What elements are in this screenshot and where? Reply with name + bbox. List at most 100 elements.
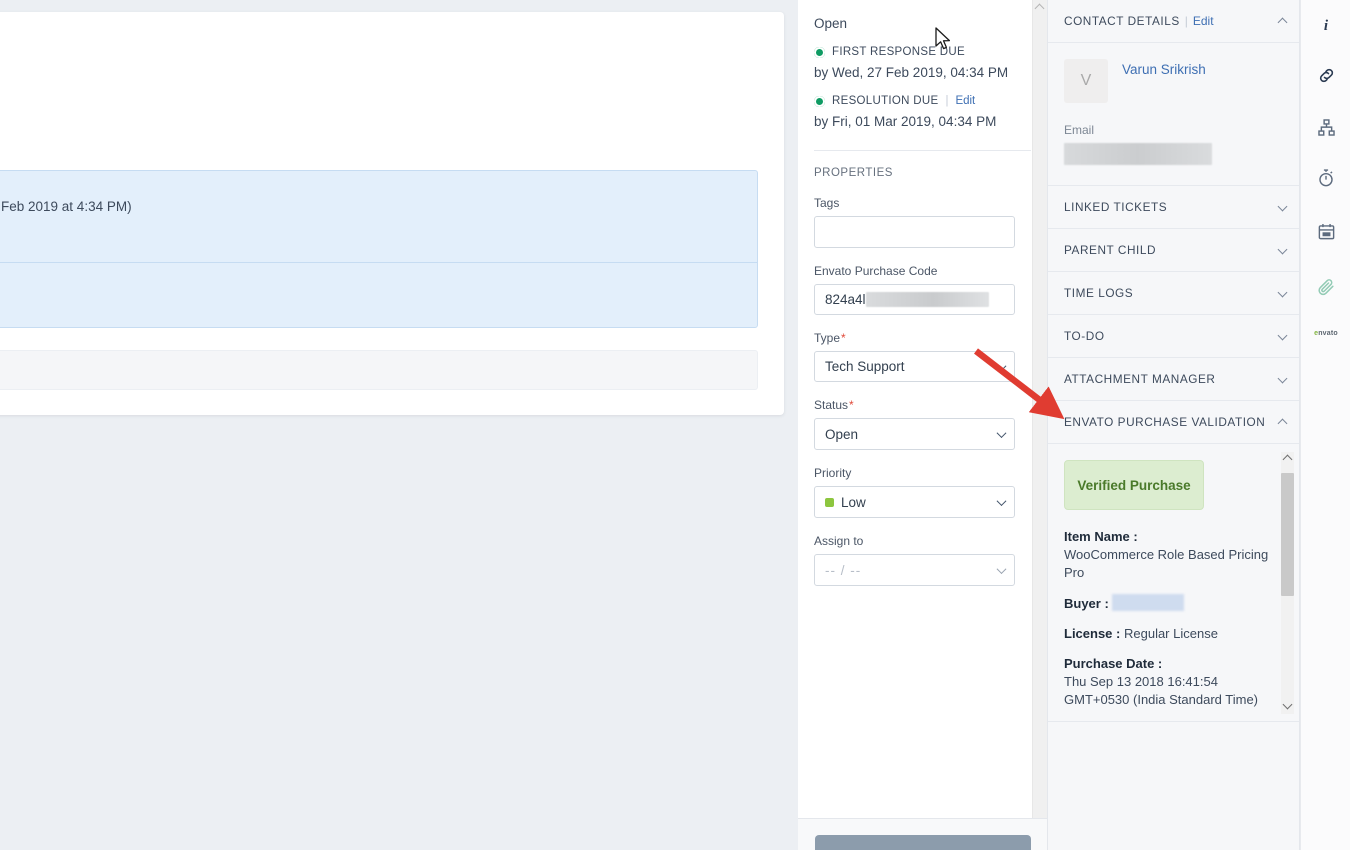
- contact-name-link[interactable]: Varun Srikrish: [1122, 59, 1206, 77]
- type-value: Tech Support: [825, 359, 905, 374]
- envato-purchase-date: Purchase Date : Thu Sep 13 2018 16:41:54…: [1064, 655, 1269, 709]
- status-required-marker: *: [849, 398, 854, 412]
- stopwatch-icon[interactable]: [1301, 163, 1350, 193]
- right-icon-rail: i envato: [1300, 0, 1350, 850]
- contact-details-title: CONTACT DETAILS: [1064, 14, 1180, 28]
- todo-title: TO-DO: [1064, 329, 1105, 343]
- type-label: Type*: [814, 331, 846, 345]
- envato-license-label: License :: [1064, 626, 1121, 641]
- chevron-down-icon: [996, 496, 1007, 507]
- hierarchy-icon[interactable]: [1301, 112, 1350, 142]
- resolution-due-block: RESOLUTION DUE | Edit by Fri, 01 Mar 201…: [814, 95, 1031, 130]
- type-select[interactable]: Tech Support: [814, 351, 1015, 382]
- chevron-down-icon: [1277, 330, 1288, 341]
- info-icon[interactable]: i: [1301, 10, 1350, 40]
- contact-details-separator: |: [1184, 14, 1188, 28]
- properties-scrollbar[interactable]: [1032, 0, 1047, 818]
- message-body: [0, 263, 757, 327]
- envato-validation-title: ENVATO PURCHASE VALIDATION: [1064, 415, 1266, 429]
- reply-footer-bar: [798, 818, 1048, 850]
- chevron-down-icon: [996, 360, 1007, 371]
- linked-tickets-title: LINKED TICKETS: [1064, 200, 1168, 214]
- ticket-properties-pane: Open FIRST RESPONSE DUE by Wed, 27 Feb 2…: [798, 0, 1048, 818]
- resolution-due-title: RESOLUTION DUE: [832, 95, 939, 107]
- sidebar-section-time-logs[interactable]: TIME LOGS: [1048, 272, 1299, 315]
- paperclip-icon[interactable]: [1301, 272, 1350, 302]
- properties-section-title: PROPERTIES: [814, 167, 893, 179]
- chevron-down-icon: [1277, 373, 1288, 384]
- contact-details-edit-link[interactable]: Edit: [1193, 14, 1214, 28]
- envato-item-name-value: WooCommerce Role Based Pricing Pro: [1064, 547, 1269, 580]
- ticket-sidebar-panel: CONTACT DETAILS | Edit V Varun Srikrish …: [1048, 0, 1300, 850]
- purchase-code-value: 824a4l: [825, 292, 866, 307]
- chevron-up-icon: [1277, 418, 1288, 429]
- envato-purchase-date-value: Thu Sep 13 2018 16:41:54 GMT+0530 (India…: [1064, 674, 1259, 707]
- priority-select[interactable]: Low: [814, 486, 1015, 518]
- envato-license: License : Regular License: [1064, 625, 1269, 643]
- sidebar-section-linked-tickets[interactable]: LINKED TICKETS: [1048, 186, 1299, 229]
- type-required-marker: *: [841, 331, 846, 345]
- conversation-pane: Feb 2019 at 4:34 PM): [0, 0, 798, 850]
- purchase-code-field: Envato Purchase Code 824a4l: [814, 264, 1031, 315]
- avatar-initial: V: [1080, 72, 1092, 89]
- envato-purchase-date-label: Purchase Date :: [1064, 656, 1163, 671]
- contact-details-body: V Varun Srikrish Email: [1048, 43, 1299, 186]
- tags-label: Tags: [814, 196, 840, 210]
- envato-body-scrollbar[interactable]: [1281, 452, 1294, 714]
- scrollbar-thumb[interactable]: [1281, 473, 1294, 596]
- purchase-code-label: Envato Purchase Code: [814, 264, 938, 278]
- scroll-down-arrow-icon[interactable]: [1282, 699, 1292, 710]
- calendar-icon[interactable]: [1301, 216, 1350, 246]
- assign-to-select[interactable]: -- / --: [814, 554, 1015, 586]
- status-field: Status* Open: [814, 398, 1031, 450]
- email-label: Email: [1064, 123, 1095, 137]
- envato-buyer-label: Buyer :: [1064, 596, 1109, 611]
- resolution-status-dot-icon: [814, 95, 825, 107]
- chevron-down-icon: [996, 564, 1007, 575]
- priority-color-dot-icon: [825, 497, 834, 507]
- highlighted-message[interactable]: Feb 2019 at 4:34 PM): [0, 170, 758, 328]
- purchase-code-redaction: [865, 292, 989, 307]
- scroll-up-arrow-icon[interactable]: [1282, 454, 1292, 465]
- sidebar-section-attachment-manager[interactable]: ATTACHMENT MANAGER: [1048, 358, 1299, 401]
- assign-to-placeholder: -- / --: [825, 562, 862, 578]
- envato-license-value: Regular License: [1123, 626, 1218, 641]
- sidebar-section-todo[interactable]: TO-DO: [1048, 315, 1299, 358]
- ticket-state-label: Open: [814, 16, 848, 31]
- ticket-detail-screen: Feb 2019 at 4:34 PM) Open FIRST RESPONSE…: [0, 0, 1350, 850]
- purchase-code-input[interactable]: 824a4l: [814, 284, 1015, 315]
- sidebar-section-parent-child[interactable]: PARENT CHILD: [1048, 229, 1299, 272]
- link-icon[interactable]: [1301, 60, 1350, 90]
- envato-buyer-redaction: [1111, 594, 1184, 611]
- attachment-manager-title: ATTACHMENT MANAGER: [1064, 372, 1216, 386]
- priority-value: Low: [841, 494, 866, 510]
- tags-field: Tags: [814, 196, 1031, 248]
- status-select[interactable]: Open: [814, 418, 1015, 450]
- resolution-due-edit-link[interactable]: Edit: [955, 95, 975, 107]
- svg-text:i: i: [1324, 18, 1329, 34]
- resolution-due-date: by Fri, 01 Mar 2019, 04:34 PM: [814, 114, 997, 129]
- first-response-due-block: FIRST RESPONSE DUE by Wed, 27 Feb 2019, …: [814, 46, 1031, 81]
- type-field: Type* Tech Support: [814, 331, 1031, 382]
- verified-purchase-badge: Verified Purchase: [1064, 460, 1204, 510]
- tags-input[interactable]: [814, 216, 1015, 248]
- first-response-due-title: FIRST RESPONSE DUE: [832, 46, 965, 58]
- due-separator: |: [945, 95, 949, 107]
- envato-buyer: Buyer :: [1064, 594, 1269, 613]
- status-value: Open: [825, 426, 859, 442]
- reply-submit-button[interactable]: [815, 835, 1031, 850]
- chevron-up-icon: [1277, 17, 1288, 28]
- sidebar-section-envato-purchase-validation[interactable]: ENVATO PURCHASE VALIDATION: [1048, 401, 1299, 444]
- email-value-redacted: [1064, 143, 1212, 165]
- scroll-up-arrow-icon[interactable]: [1034, 3, 1045, 14]
- first-response-due-date: by Wed, 27 Feb 2019, 04:34 PM: [814, 65, 1009, 80]
- status-label: Status*: [814, 398, 854, 412]
- time-logs-title: TIME LOGS: [1064, 286, 1134, 300]
- properties-divider: [814, 150, 1031, 151]
- sidebar-section-contact-details[interactable]: CONTACT DETAILS | Edit: [1048, 0, 1299, 43]
- message-timestamp: Feb 2019 at 4:34 PM): [0, 171, 757, 263]
- chevron-down-icon: [1277, 201, 1288, 212]
- envato-validation-body: Verified Purchase Item Name : WooCommerc…: [1048, 444, 1299, 722]
- assign-to-field: Assign to -- / --: [814, 534, 1031, 586]
- priority-field: Priority Low: [814, 466, 1031, 518]
